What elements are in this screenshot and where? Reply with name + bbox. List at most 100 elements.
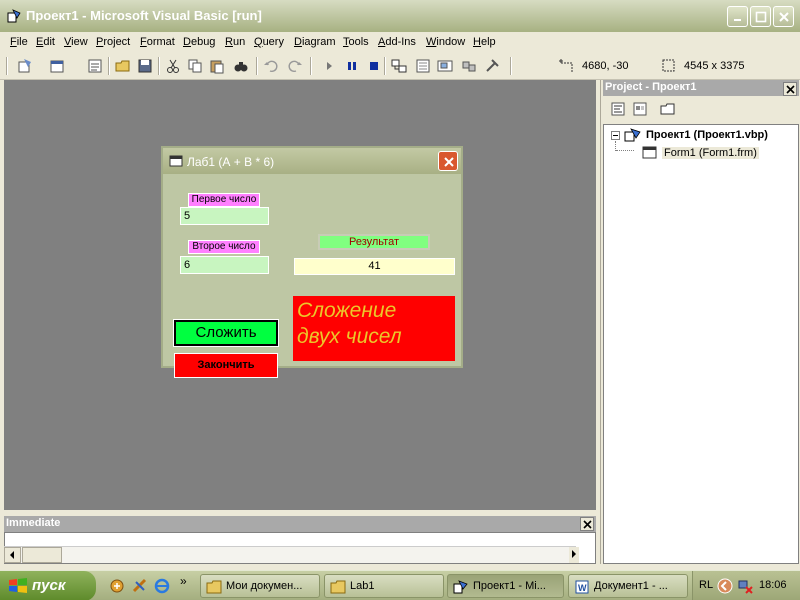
immediate-horizontal-scrollbar[interactable] [4,546,579,563]
project-explorer-title-bar[interactable]: Project - Проект1 [603,80,799,96]
network-disconnected-icon[interactable] [737,578,753,594]
menu-window[interactable]: Window [426,36,465,48]
start-icon[interactable] [320,57,338,75]
project-explorer-close-button[interactable] [783,82,797,96]
menu-editor-icon[interactable] [86,57,104,75]
size-readout: 4545 x 3375 [684,60,745,72]
size-icon [662,59,675,72]
form-close-button[interactable] [438,151,458,171]
save-icon[interactable] [136,57,154,75]
menu-help[interactable]: Help [473,36,496,48]
toolbar-separator [108,57,110,75]
menu-run[interactable]: Run [225,36,245,48]
visual-basic-icon [7,9,21,23]
toolbox-icon[interactable] [484,57,502,75]
internet-explorer-icon[interactable] [153,577,171,595]
view-code-icon[interactable] [609,100,627,118]
project-explorer-panel: Project - Проект1 Проект1 (Проект1.vbp) … [600,80,800,564]
result-value: 41 [294,258,455,275]
first-number-input[interactable]: 5 [180,207,269,225]
arrow-right-icon [572,550,576,558]
form-body: Первое число 5 Второе число 6 Результат … [163,174,461,378]
task-label: Проект1 - Mi... [473,580,546,592]
language-indicator[interactable]: RL [699,579,713,591]
toggle-folders-icon[interactable] [659,100,677,118]
standard-toolbar: 4680, -30 4545 x 3375 [0,52,800,80]
close-icon [786,85,795,94]
project-explorer-title: Project - Проект1 [605,81,697,93]
add-button[interactable]: Сложить [173,319,279,347]
clock[interactable]: 18:06 [759,579,787,591]
menu-view[interactable]: View [64,36,88,48]
menu-edit[interactable]: Edit [36,36,55,48]
cut-icon[interactable] [164,57,182,75]
menu-bar: File Edit View Project Format Debug Run … [0,32,800,52]
add-form-icon[interactable] [48,57,66,75]
task-lab1-folder[interactable]: Lab1 [324,574,444,598]
copy-icon[interactable] [186,57,204,75]
stop-icon[interactable] [365,57,383,75]
close-button[interactable] [773,6,794,27]
properties-window-icon[interactable] [414,57,432,75]
undo-icon[interactable] [262,57,280,75]
redo-icon[interactable] [286,57,304,75]
visual-basic-icon [453,580,468,594]
form-file-icon [642,146,657,159]
vb-project-icon [624,128,641,142]
task-visual-basic[interactable]: Проект1 - Mi... [447,574,564,598]
form-icon [169,155,183,167]
minimize-button[interactable] [727,6,748,27]
form-layout-icon[interactable] [436,57,454,75]
second-number-input[interactable]: 6 [180,256,269,274]
collapse-toggle[interactable] [611,131,620,140]
object-browser-icon[interactable] [460,57,478,75]
immediate-title-bar[interactable]: Immediate [4,516,596,532]
task-my-documents[interactable]: Мои докумен... [200,574,320,598]
scroll-right-button[interactable] [569,547,579,563]
menu-debug[interactable]: Debug [183,36,215,48]
scroll-left-button[interactable] [4,547,21,563]
caption-line-2: двух чисел [297,325,402,348]
form-title-bar[interactable]: Лаб1 (А + В * 6) [163,148,461,174]
maximize-icon [755,11,767,23]
menu-format[interactable]: Format [140,36,175,48]
paste-icon[interactable] [208,57,226,75]
menu-diagram[interactable]: Diagram [294,36,336,48]
menu-tools[interactable]: Tools [343,36,369,48]
view-object-icon[interactable] [631,100,649,118]
maximize-button[interactable] [750,6,771,27]
second-number-label: Второе число [188,240,260,254]
tree-item-form1[interactable]: Form1 (Form1.frm) [662,147,759,159]
tree-item-project[interactable]: Проект1 (Проект1.vbp) [646,129,768,141]
toolbar-separator [158,57,160,75]
open-folder-icon[interactable] [114,57,132,75]
break-icon[interactable] [343,57,361,75]
toolbar-separator [510,57,512,75]
find-icon[interactable] [232,57,250,75]
tray-expand-icon[interactable] [717,578,733,594]
toolbar-grip[interactable] [6,57,8,75]
menu-query[interactable]: Query [254,36,284,48]
caption-line-1: Сложение [297,299,397,322]
menu-file[interactable]: File [10,36,28,48]
quick-launch-tool-icon[interactable] [131,577,149,595]
immediate-close-button[interactable] [580,517,594,531]
start-button[interactable]: пуск [0,571,96,600]
form-title: Лаб1 (А + В * 6) [187,155,275,169]
exit-button[interactable]: Закончить [174,353,278,378]
project-tree: Проект1 (Проект1.vbp) Form1 (Form1.frm) [603,124,799,564]
quick-launch-more-icon[interactable]: » [180,574,187,588]
menu-project[interactable]: Project [96,36,130,48]
task-word-document[interactable]: W Документ1 - ... [568,574,688,598]
lab1-form-window: Лаб1 (А + В * 6) Первое число 5 Второе ч… [161,146,463,378]
main-title-bar[interactable]: Проект1 - Microsoft Visual Basic [run] [0,0,800,32]
immediate-title: Immediate [6,517,61,529]
window-title: Проект1 - Microsoft Visual Basic [run] [26,8,262,23]
add-project-icon[interactable] [16,57,34,75]
word-document-icon: W [575,580,589,594]
project-explorer-icon[interactable] [390,57,408,75]
quick-launch-vb-icon[interactable] [108,577,126,595]
minimize-icon [734,19,741,21]
menu-add-ins[interactable]: Add-Ins [378,36,416,48]
scroll-thumb[interactable] [22,547,62,563]
